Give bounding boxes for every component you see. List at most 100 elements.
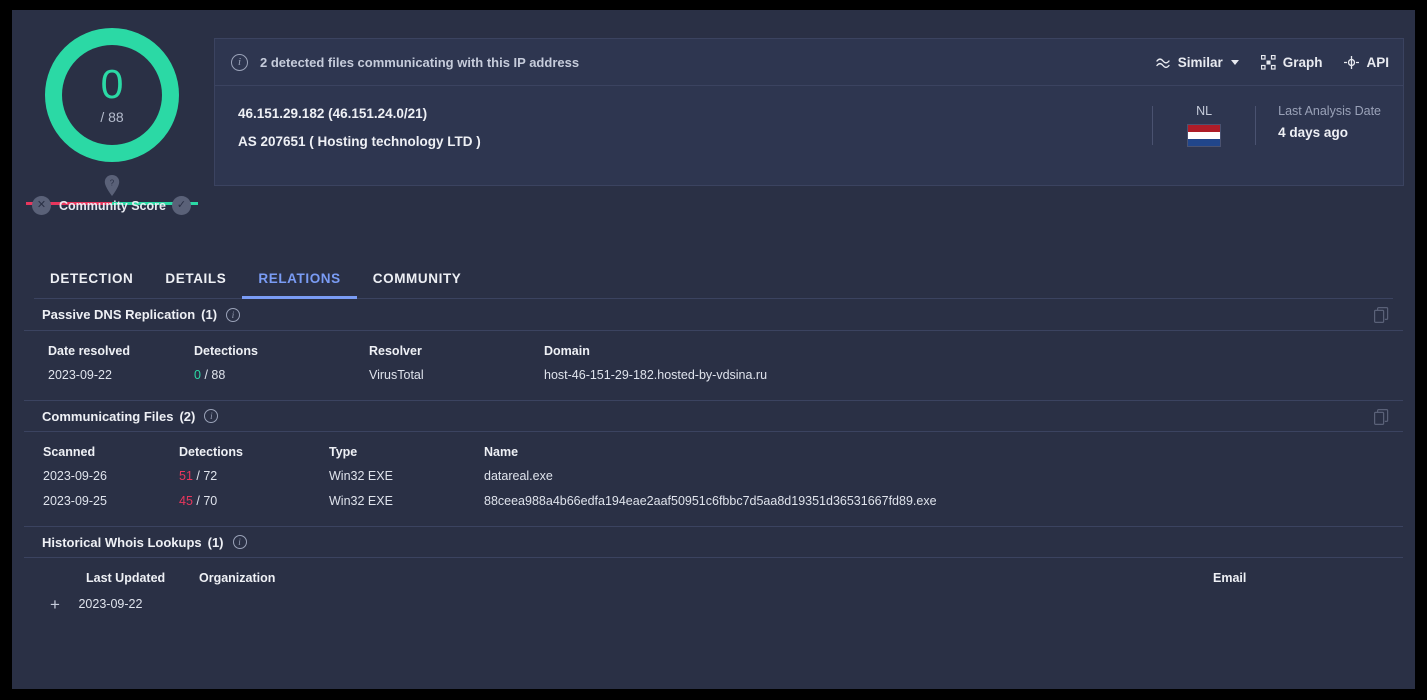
score-value: 0: [100, 60, 124, 107]
api-label: API: [1366, 55, 1389, 70]
passive-dns-table: Date resolved Detections Resolver Domain…: [24, 331, 1403, 390]
detections-hits: 51: [179, 469, 193, 483]
cell-detections: 0 / 88: [194, 365, 369, 390]
info-icon[interactable]: i: [204, 409, 219, 423]
help-pin-icon[interactable]: ?: [104, 175, 120, 196]
cell-date-resolved: 2023-09-22: [48, 368, 112, 382]
tab-bar: DETECTION DETAILS RELATIONS COMMUNITY: [34, 255, 1393, 299]
table-row[interactable]: 2023-09-25 45 / 70 Win32 EXE 88ceea988a4…: [24, 491, 1403, 516]
cell-name[interactable]: 88ceea988a4b66edfa194eae2aaf50951c6fbbc7…: [484, 491, 1403, 516]
table-header-row: Date resolved Detections Resolver Domain: [24, 331, 1403, 365]
detections-total: / 72: [196, 469, 218, 483]
detections-total: / 70: [196, 494, 218, 508]
chevron-down-icon: [1230, 60, 1239, 65]
info-icon: i: [231, 53, 248, 71]
col-domain: Domain: [544, 344, 590, 358]
cell-scanned: 2023-09-25: [43, 494, 107, 508]
col-detections: Detections: [179, 445, 243, 459]
historical-whois-table: Last Updated Organization Email + 2023-0…: [24, 558, 1403, 623]
api-icon: [1344, 56, 1360, 69]
cell-last-updated: + 2023-09-22: [24, 592, 199, 623]
divider: [1255, 106, 1257, 145]
card-actions: Similar Graph API: [1155, 39, 1389, 86]
table-header-row: Last Updated Organization Email: [24, 558, 1403, 592]
passive-dns-title: Passive DNS Replication: [42, 307, 196, 322]
table-header-row: Scanned Detections Type Name: [24, 432, 1403, 466]
cell-name[interactable]: datareal.exe: [484, 466, 1403, 491]
detections-hits: 0: [194, 368, 201, 382]
cell-scanned: 2023-09-26: [43, 469, 107, 483]
divider: [1152, 106, 1154, 145]
historical-whois-title: Historical Whois Lookups: [42, 534, 202, 550]
communicating-files-table: Scanned Detections Type Name 2023-09-26 …: [24, 432, 1403, 516]
col-date-resolved: Date resolved: [48, 344, 130, 358]
col-type: Type: [329, 445, 358, 459]
detections-total: / 88: [204, 368, 226, 382]
tab-community[interactable]: COMMUNITY: [357, 271, 478, 298]
ip-info-card: i 2 detected files communicating with th…: [214, 38, 1404, 186]
detection-score-widget: 0 / 88: [45, 28, 179, 162]
col-organization: Organization: [199, 571, 276, 585]
tab-details[interactable]: DETAILS: [149, 271, 242, 298]
detections-hits: 45: [179, 494, 193, 508]
community-upvote-icon[interactable]: ✓: [172, 196, 191, 215]
copy-icon[interactable]: [1374, 307, 1389, 323]
similar-label: Similar: [1177, 55, 1223, 70]
detection-banner: i 2 detected files communicating with th…: [215, 39, 1403, 86]
api-button[interactable]: API: [1344, 55, 1389, 70]
ip-card-body: 46.151.29.182 (46.151.24.0/21) AS 207651…: [215, 86, 1403, 186]
similar-icon: [1155, 57, 1170, 68]
communicating-files-title: Communicating Files: [42, 408, 174, 424]
historical-whois-section: Historical Whois Lookups (1) i Last Upda…: [24, 526, 1403, 623]
last-analysis-block: Last Analysis Date 4 days ago: [1278, 104, 1381, 147]
report-header: 0 / 88 ? ✕ ✓ Community Score i 2 detecte…: [12, 10, 1415, 255]
cell-detections: 45 / 70: [179, 491, 329, 516]
ip-card-meta: NL Last Analysis Date 4 days ago: [1130, 104, 1381, 147]
passive-dns-header: Passive DNS Replication (1) i: [24, 299, 1403, 331]
info-icon[interactable]: i: [232, 535, 247, 549]
country-code: NL: [1196, 104, 1213, 118]
col-name: Name: [484, 445, 519, 459]
historical-whois-header: Historical Whois Lookups (1) i: [24, 526, 1403, 558]
last-updated-value: 2023-09-22: [78, 597, 143, 612]
country-block: NL: [1175, 104, 1233, 147]
similar-button[interactable]: Similar: [1155, 55, 1239, 70]
cell-organization: [199, 592, 1213, 623]
col-resolver: Resolver: [369, 344, 422, 358]
col-last-updated: Last Updated: [86, 571, 166, 585]
cell-type: Win32 EXE: [329, 494, 393, 508]
cell-domain[interactable]: host-46-151-29-182.hosted-by-vdsina.ru: [544, 365, 1403, 390]
tab-relations[interactable]: RELATIONS: [242, 271, 358, 299]
svg-text:?: ?: [110, 179, 115, 188]
graph-label: Graph: [1282, 55, 1323, 70]
table-row[interactable]: 2023-09-26 51 / 72 Win32 EXE datareal.ex…: [24, 466, 1403, 491]
table-row[interactable]: + 2023-09-22: [24, 592, 1403, 623]
communicating-files-section: Communicating Files (2) i Scanned Detect…: [24, 400, 1403, 516]
netherlands-flag-icon: [1187, 124, 1222, 147]
table-row[interactable]: 2023-09-22 0 / 88 VirusTotal host-46-151…: [24, 365, 1403, 390]
detection-banner-text: 2 detected files communicating with this…: [260, 54, 580, 70]
col-scanned: Scanned: [43, 445, 96, 459]
cell-resolver: VirusTotal: [369, 368, 424, 382]
passive-dns-count: (1): [201, 307, 218, 322]
col-email: Email: [1213, 571, 1247, 585]
score-ring-inner: 0 / 88: [62, 45, 162, 145]
graph-icon: [1260, 55, 1276, 70]
historical-whois-count: (1): [207, 534, 224, 550]
last-analysis-value: 4 days ago: [1278, 125, 1348, 140]
col-detections: Detections: [194, 344, 258, 358]
cell-type: Win32 EXE: [329, 469, 393, 483]
tab-detection[interactable]: DETECTION: [34, 271, 149, 298]
community-downvote-icon[interactable]: ✕: [32, 196, 51, 215]
communicating-files-count: (2): [179, 408, 196, 424]
last-analysis-label: Last Analysis Date: [1278, 104, 1381, 118]
cell-detections: 51 / 72: [179, 466, 329, 491]
community-score-label: Community Score: [59, 199, 166, 213]
graph-button[interactable]: Graph: [1260, 55, 1323, 70]
copy-icon[interactable]: [1374, 409, 1389, 425]
info-icon[interactable]: i: [226, 307, 241, 322]
score-total: / 88: [100, 108, 124, 125]
expand-row-icon[interactable]: +: [48, 595, 62, 615]
passive-dns-section: Passive DNS Replication (1) i Date resol…: [24, 299, 1403, 390]
communicating-files-header: Communicating Files (2) i: [24, 400, 1403, 432]
